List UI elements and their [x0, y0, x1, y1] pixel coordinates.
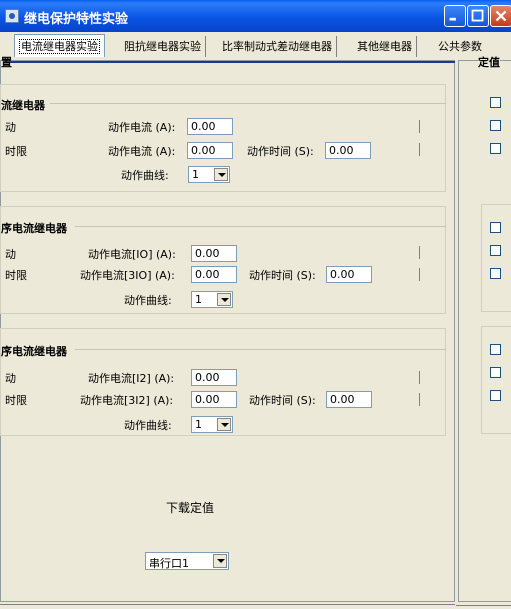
checkbox[interactable]	[490, 245, 501, 256]
instant-label: 动	[5, 372, 16, 385]
right-group	[481, 326, 511, 434]
tab-differential-relay[interactable]: 比率制动式差动继电器	[218, 36, 337, 57]
chevron-down-icon[interactable]	[217, 293, 231, 306]
right-group	[481, 204, 511, 312]
group-overcurrent-title: 流继电器	[1, 99, 45, 112]
chevron-down-icon[interactable]	[217, 418, 231, 431]
maximize-button[interactable]	[467, 5, 489, 27]
checkbox[interactable]	[490, 97, 501, 108]
minimize-button[interactable]	[444, 5, 466, 27]
group-title-line	[50, 103, 446, 104]
tab-impedance-relay[interactable]: 阻抗继电器实验	[120, 36, 206, 57]
group-zero-sequence-title: 序电流继电器	[1, 222, 67, 235]
action-time-label: 动作时间 (S):	[247, 145, 314, 158]
instant-label: 动	[5, 248, 16, 261]
minimize-icon	[449, 17, 456, 21]
time-current-input[interactable]: 0.00	[191, 391, 237, 408]
bottom-border	[0, 604, 455, 605]
chevron-down-icon[interactable]	[214, 168, 228, 181]
curve-select[interactable]: 1	[191, 416, 233, 433]
divider	[419, 393, 420, 406]
definite-time-label: 时限	[5, 145, 27, 158]
time-current-label: 动作电流[3IO] (A):	[80, 269, 175, 282]
divider	[419, 143, 420, 156]
curve-select[interactable]: 1	[191, 291, 233, 308]
curve-select[interactable]: 1	[188, 166, 230, 183]
instant-label: 动	[5, 121, 16, 134]
close-icon	[495, 10, 507, 22]
definite-time-label: 时限	[5, 269, 27, 282]
curve-label: 动作曲线:	[124, 294, 172, 307]
definite-time-label: 时限	[5, 394, 27, 407]
pickup-current-label: 动作电流[I2] (A):	[88, 372, 175, 385]
action-time-input[interactable]: 0.00	[326, 391, 372, 408]
time-current-label: 动作电流 (A):	[108, 145, 176, 158]
divider	[419, 371, 420, 384]
download-settings-button[interactable]: 下载定值	[166, 499, 214, 516]
panel-title-underline	[10, 61, 455, 63]
action-time-label: 动作时间 (S):	[249, 394, 316, 407]
time-current-input[interactable]: 0.00	[187, 142, 233, 159]
window-title: 继电保护特性实验	[24, 12, 129, 27]
serial-port-select[interactable]: 串行口1	[145, 552, 229, 570]
divider	[419, 120, 420, 133]
checkbox[interactable]	[490, 222, 501, 233]
group-title-line	[75, 349, 446, 350]
action-time-label: 动作时间 (S):	[249, 269, 316, 282]
pickup-current-label: 动作电流[IO] (A):	[88, 248, 176, 261]
checkbox[interactable]	[490, 120, 501, 131]
checkbox[interactable]	[490, 344, 501, 355]
close-button[interactable]	[490, 5, 511, 27]
action-time-input[interactable]: 0.00	[326, 266, 372, 283]
group-title-line	[75, 226, 446, 227]
bottom-accent-line	[456, 605, 511, 606]
checkbox[interactable]	[490, 143, 501, 154]
curve-label: 动作曲线:	[121, 169, 169, 182]
divider	[419, 268, 420, 281]
group-negative-sequence-title: 序电流继电器	[1, 345, 67, 358]
checkbox[interactable]	[490, 390, 501, 401]
time-current-label: 动作电流[3I2] (A):	[80, 394, 174, 407]
tab-other-relay[interactable]: 其他继电器	[353, 36, 417, 57]
time-current-input[interactable]: 0.00	[191, 266, 237, 283]
curve-label: 动作曲线:	[124, 419, 172, 432]
divider	[419, 246, 420, 259]
checkbox[interactable]	[490, 268, 501, 279]
setting-value-panel-title: 定值	[478, 54, 500, 70]
chevron-down-icon[interactable]	[213, 554, 227, 568]
checkbox[interactable]	[490, 367, 501, 378]
app-icon[interactable]	[5, 9, 19, 23]
pickup-current-input[interactable]: 0.00	[191, 245, 237, 262]
pickup-current-label: 动作电流 (A):	[108, 121, 176, 134]
pickup-current-input[interactable]: 0.00	[191, 369, 237, 386]
action-time-input[interactable]: 0.00	[325, 142, 371, 159]
tab-current-relay[interactable]: 电流继电器实验	[14, 34, 105, 57]
pickup-current-input[interactable]: 0.00	[187, 118, 233, 135]
maximize-icon	[471, 9, 484, 22]
